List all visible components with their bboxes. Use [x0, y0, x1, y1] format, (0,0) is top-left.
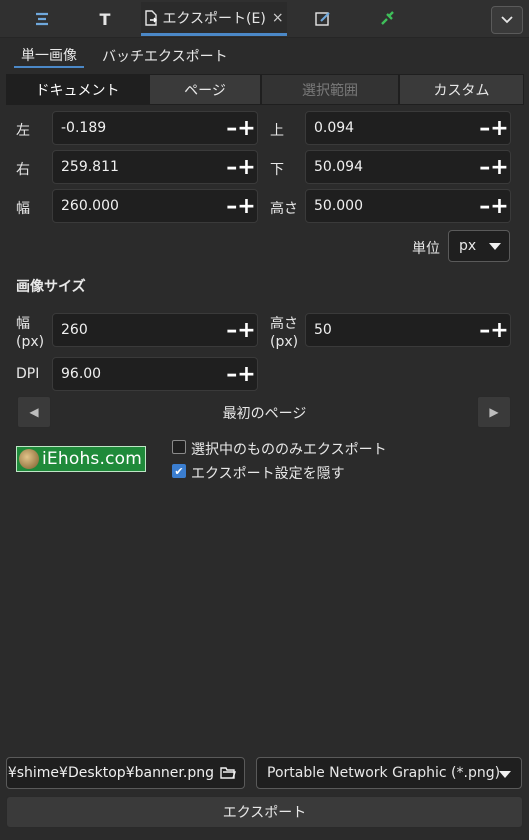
height-label: 高さ — [270, 201, 298, 217]
hide-settings-checkbox[interactable]: ✔ — [172, 464, 186, 478]
area-page[interactable]: ページ — [149, 74, 261, 105]
file-path-field[interactable]: rs¥shime¥Desktop¥banner.png — [6, 757, 245, 789]
hide-settings-label: エクスポート設定を隠す — [191, 466, 345, 482]
height-spin[interactable]: –+ — [478, 189, 510, 223]
right-value: 259.811 — [61, 159, 119, 175]
tab-tools[interactable] — [367, 2, 407, 36]
width-value: 260.000 — [61, 198, 119, 214]
unit-select[interactable]: px — [448, 230, 510, 262]
tab-export-label: エクスポート(E) — [162, 10, 266, 27]
export-button[interactable]: エクスポート — [6, 796, 523, 828]
area-selection: 選択範囲 — [261, 74, 399, 105]
left-spin[interactable]: –+ — [225, 111, 257, 145]
right-label: 右 — [16, 162, 30, 178]
align-icon — [36, 12, 48, 26]
top-spin[interactable]: –+ — [478, 111, 510, 145]
export-area-selector: ドキュメント ページ 選択範囲 カスタム — [6, 74, 524, 105]
tab-export[interactable]: エクスポート(E) × — [141, 2, 287, 36]
close-icon[interactable]: × — [272, 10, 284, 26]
height-value: 50.000 — [314, 198, 363, 214]
image-size-title: 画像サイズ — [16, 279, 86, 295]
img-height-label: 高さ — [270, 316, 298, 332]
dialog-tab-bar: T エクスポート(E) × — [0, 0, 529, 38]
tabs-overflow-button[interactable] — [491, 6, 523, 34]
page-label: 最初のページ — [222, 406, 307, 422]
left-label: 左 — [16, 123, 30, 139]
subtab-batch-export[interactable]: バッチエクスポート — [102, 44, 228, 68]
wrench-icon — [381, 11, 394, 25]
area-custom[interactable]: カスタム — [399, 74, 524, 105]
dpi-label: DPI — [16, 366, 40, 382]
checkmark-icon: ✔ — [174, 464, 184, 478]
img-width-unit: (px) — [16, 334, 45, 350]
preview-text: iEhohs.com — [42, 449, 142, 469]
export-doc-icon — [145, 9, 158, 26]
chevron-right-icon: ▶ — [489, 405, 499, 419]
selected-only-label: 選択中のもののみエクスポート — [191, 442, 387, 458]
text-icon: T — [99, 9, 111, 29]
right-spin[interactable]: –+ — [225, 150, 257, 184]
dpi-spin[interactable]: –+ — [225, 357, 257, 391]
subtab-single-image[interactable]: 単一画像 — [14, 44, 84, 68]
selected-only-checkbox[interactable] — [172, 440, 186, 454]
top-value: 0.094 — [314, 120, 355, 136]
left-value: -0.189 — [61, 120, 107, 136]
logo-icon — [19, 449, 39, 469]
img-height-spin[interactable]: –+ — [478, 313, 510, 347]
next-page-button[interactable]: ▶ — [477, 396, 511, 428]
img-height-value: 50 — [314, 322, 332, 338]
top-label: 上 — [270, 123, 284, 139]
chevron-down-icon — [501, 16, 513, 24]
file-path-value: rs¥shime¥Desktop¥banner.png — [6, 765, 214, 781]
unit-value: px — [459, 238, 477, 254]
chevron-down-icon — [489, 243, 501, 250]
width-spin[interactable]: –+ — [225, 189, 257, 223]
file-format-select[interactable]: Portable Network Graphic (*.png) — [256, 757, 522, 789]
area-document[interactable]: ドキュメント — [6, 74, 149, 105]
bottom-value: 50.094 — [314, 159, 363, 175]
img-height-unit: (px) — [270, 334, 299, 350]
bottom-spin[interactable]: –+ — [478, 150, 510, 184]
tab-align[interactable] — [22, 2, 62, 36]
file-format-value: Portable Network Graphic (*.png) — [267, 765, 501, 781]
edit-icon — [315, 12, 330, 26]
chevron-down-icon — [499, 771, 511, 778]
tab-text[interactable]: T — [85, 2, 125, 36]
prev-page-button[interactable]: ◀ — [17, 396, 51, 428]
bottom-label: 下 — [270, 162, 284, 178]
export-preview: iEhohs.com — [16, 446, 146, 472]
img-width-spin[interactable]: –+ — [225, 313, 257, 347]
img-width-value: 260 — [61, 322, 88, 338]
folder-open-icon[interactable] — [220, 766, 236, 780]
chevron-left-icon: ◀ — [29, 405, 39, 419]
width-label: 幅 — [16, 201, 30, 217]
img-width-label: 幅 — [16, 316, 30, 332]
dpi-value: 96.00 — [61, 366, 102, 382]
unit-label: 単位 — [412, 241, 440, 257]
tab-edit[interactable] — [303, 2, 343, 36]
